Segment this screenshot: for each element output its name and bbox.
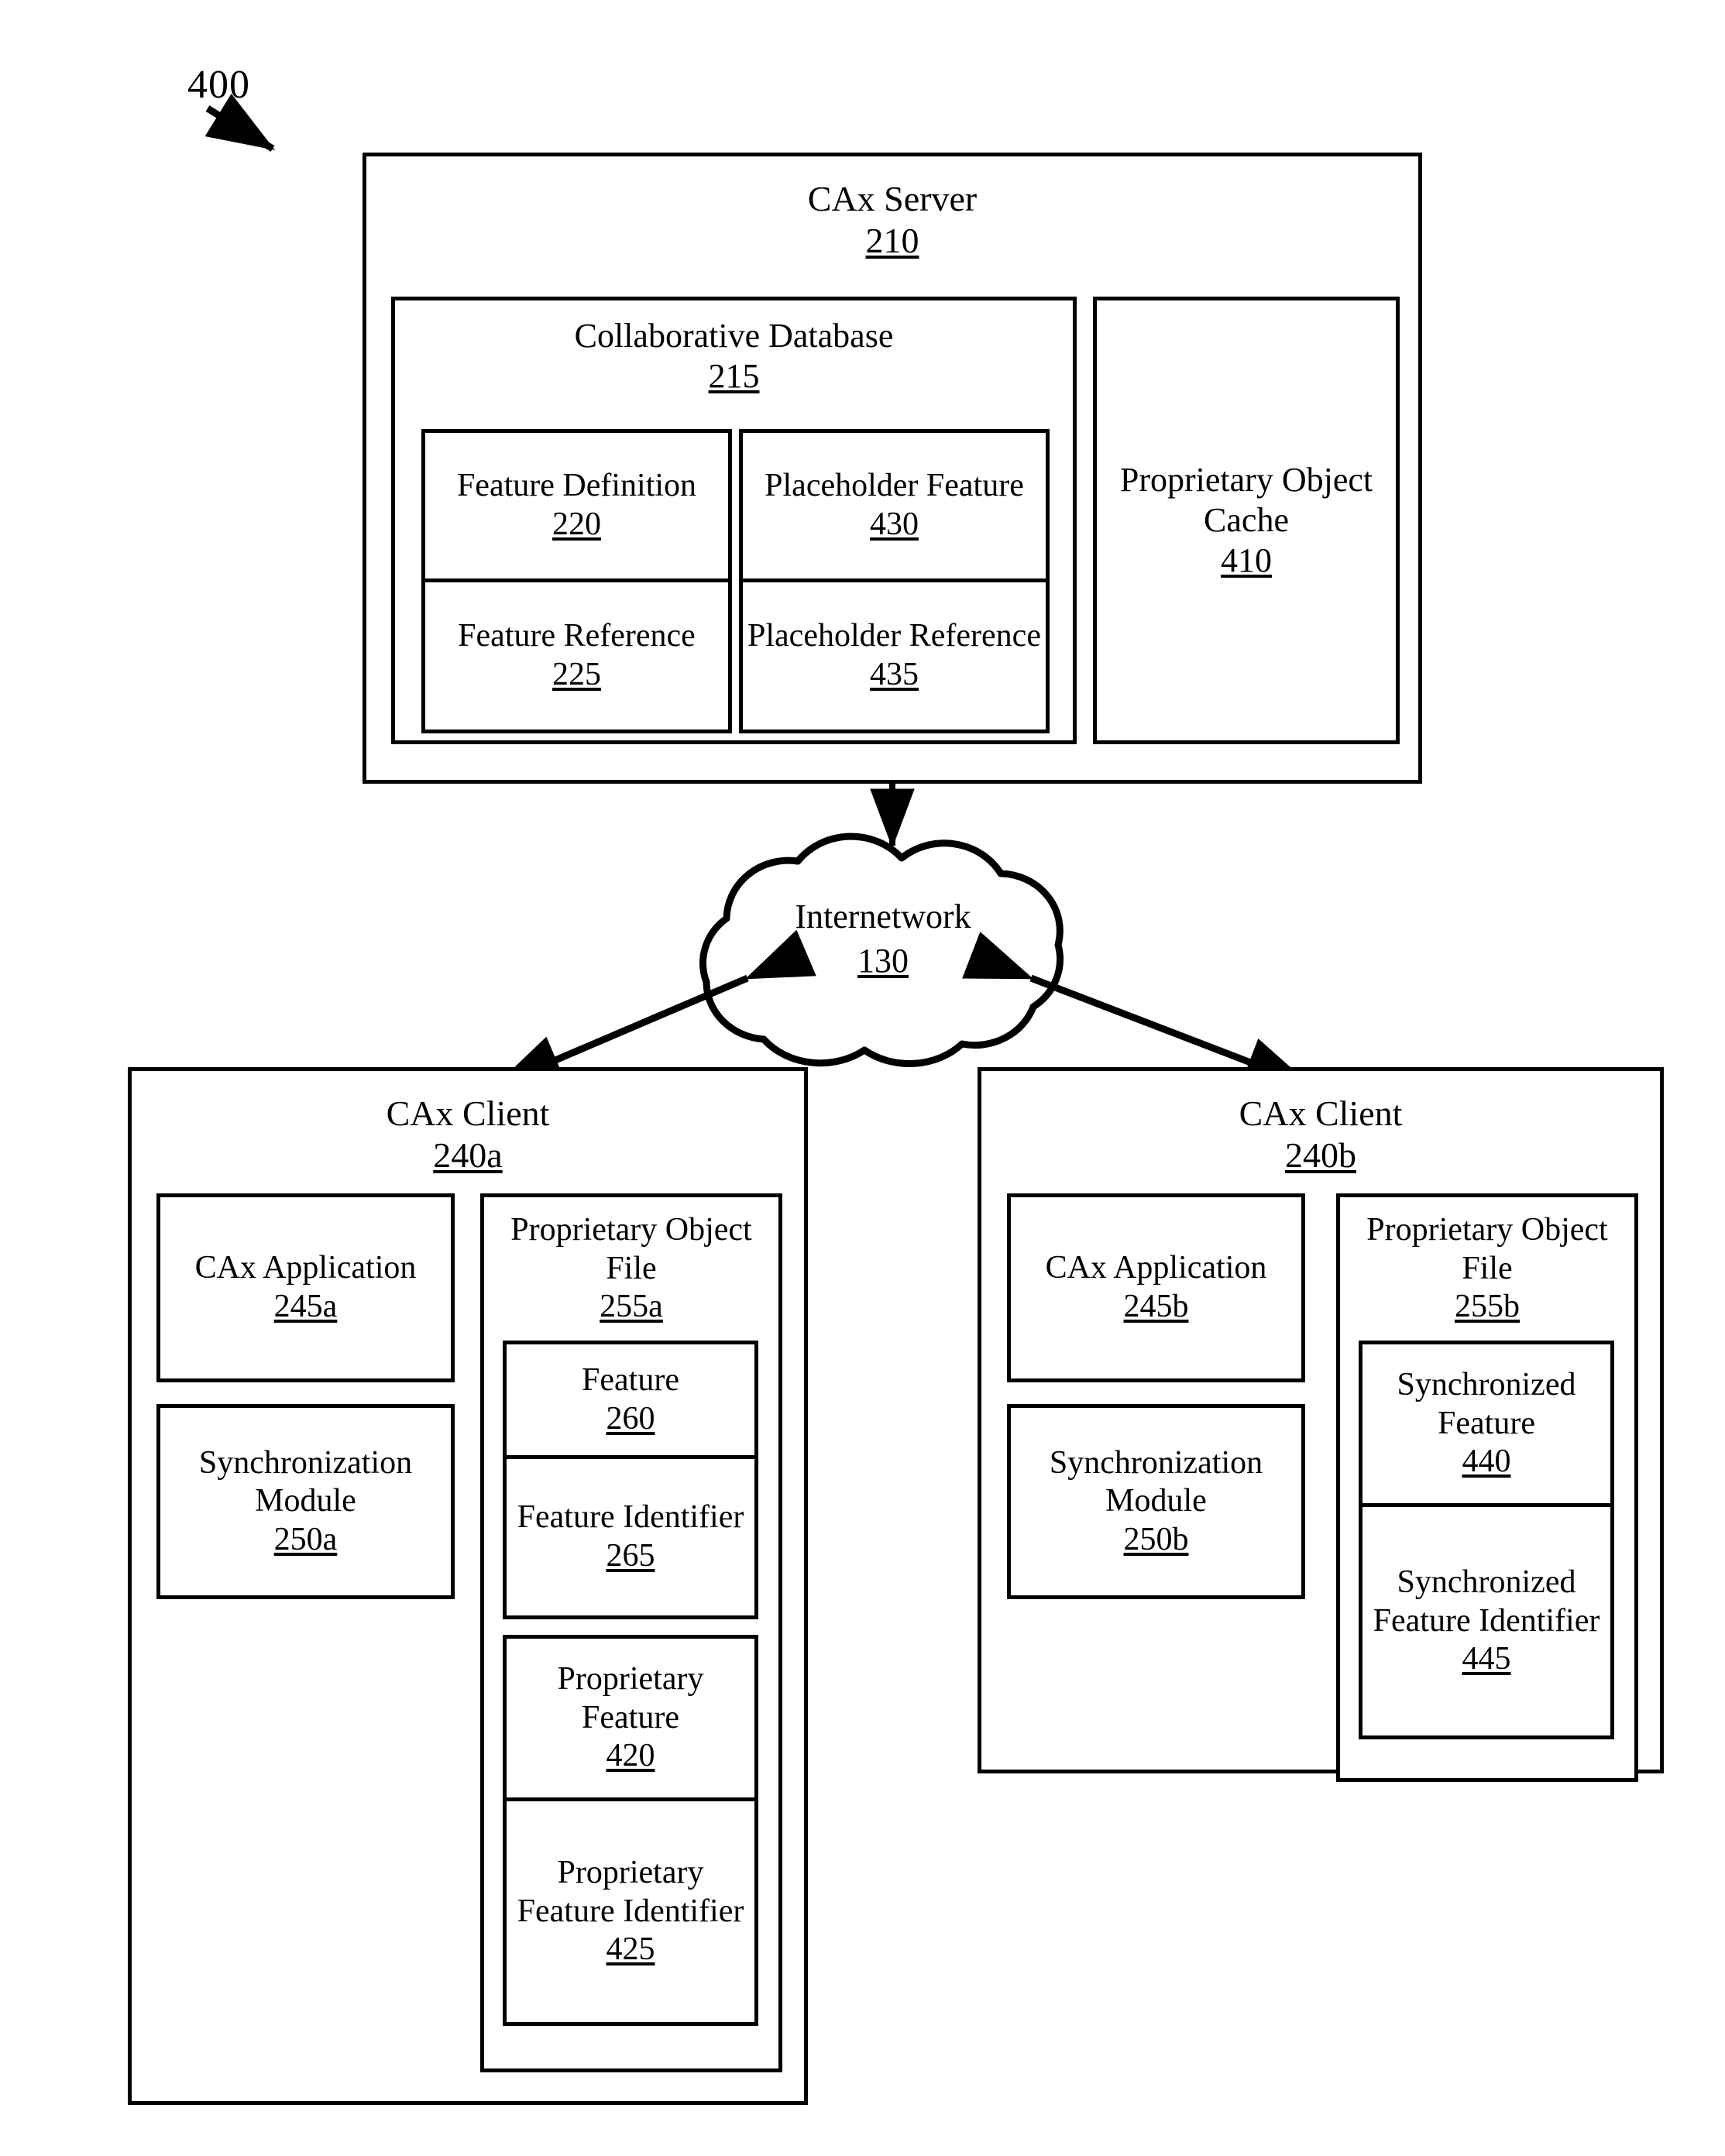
placeholder-reference-title: Placeholder Reference <box>747 618 1041 654</box>
proprietary-feature-identifier-cell-a: Proprietary Feature Identifier 425 <box>503 1797 758 2026</box>
feature-identifier-cell-a: Feature Identifier 265 <box>503 1455 758 1619</box>
figure-canvas: 400 cloud --> client A --> client B <box>0 0 1725 2156</box>
proprietary-feature-identifier-a-ref: 425 <box>606 1931 655 1968</box>
proprietary-feature-a-ref: 420 <box>606 1738 655 1774</box>
cax-client-b-title: CAx Client <box>1239 1093 1403 1133</box>
cax-server-container: CAx Server 210 Collaborative Database 21… <box>363 153 1422 784</box>
feature-group-a: Feature 260 Feature Identifier 265 <box>503 1341 758 1619</box>
cax-client-a-ref: 240a <box>433 1135 503 1176</box>
cax-client-a-title: CAx Client <box>386 1093 550 1133</box>
cax-client-a-container: CAx Client 240a CAx Application 245a Syn… <box>128 1067 808 2105</box>
placeholder-feature-group: Placeholder Feature 430 Placeholder Refe… <box>739 429 1050 733</box>
proprietary-object-file-a-ref: 255a <box>600 1289 663 1325</box>
proprietary-object-file-a-title: Proprietary Object File <box>510 1212 752 1286</box>
proprietary-object-file-a-container: Proprietary Object File 255a Feature 260… <box>480 1193 782 2072</box>
feature-cell-a: Feature 260 <box>503 1341 758 1459</box>
synchronization-module-a-ref: 250a <box>273 1521 338 1557</box>
synchronized-feature-group-b: Synchronized Feature 440 Synchronized Fe… <box>1359 1341 1614 1739</box>
proprietary-object-cache-container: Proprietary Object Cache 410 <box>1093 297 1400 744</box>
synchronized-feature-b-title: Synchronized Feature <box>1397 1367 1576 1441</box>
proprietary-feature-a-title: Proprietary Feature <box>557 1661 704 1735</box>
proprietary-object-file-b-heading: Proprietary Object File 255b <box>1340 1211 1634 1327</box>
cax-client-b-container: CAx Client 240b CAx Application 245b Syn… <box>978 1067 1664 1782</box>
feature-identifier-a-ref: 265 <box>606 1538 655 1574</box>
feature-reference-ref: 225 <box>552 657 601 692</box>
proprietary-feature-identifier-a-title: Proprietary Feature Identifier <box>517 1855 744 1929</box>
proprietary-object-file-b-ref: 255b <box>1455 1289 1520 1325</box>
figure-number-label: 400 <box>187 63 250 107</box>
placeholder-feature-title: Placeholder Feature <box>765 468 1024 504</box>
cax-application-a-box: CAx Application 245a <box>156 1193 455 1382</box>
synchronization-module-b-title: Synchronization Module <box>1049 1444 1263 1519</box>
cax-client-b-heading: CAx Client 240b <box>981 1093 1660 1177</box>
synchronized-feature-identifier-b-ref: 445 <box>1462 1641 1511 1677</box>
proprietary-feature-cell-a: Proprietary Feature 420 <box>503 1635 758 1801</box>
placeholder-feature-cell: Placeholder Feature 430 <box>739 429 1050 582</box>
cax-server-heading: CAx Server 210 <box>366 178 1418 263</box>
cax-application-a-title: CAx Application <box>194 1250 417 1286</box>
feature-definition-ref: 220 <box>552 506 601 542</box>
feature-definition-group: Feature Definition 220 Feature Reference… <box>421 429 732 733</box>
internetwork-ref: 130 <box>857 942 909 980</box>
collaborative-database-title: Collaborative Database <box>574 317 894 355</box>
proprietary-object-file-b-title: Proprietary Object File <box>1366 1212 1608 1286</box>
feature-reference-cell: Feature Reference 225 <box>421 578 732 733</box>
synchronization-module-a-box: Synchronization Module 250a <box>156 1404 455 1599</box>
proprietary-object-file-b-container: Proprietary Object File 255b Synchronize… <box>1336 1193 1638 1782</box>
synchronization-module-b-box: Synchronization Module 250b <box>1007 1404 1305 1599</box>
placeholder-reference-cell: Placeholder Reference 435 <box>739 578 1050 733</box>
cax-application-b-box: CAx Application 245b <box>1007 1193 1305 1382</box>
proprietary-object-file-a-heading: Proprietary Object File 255a <box>484 1211 778 1327</box>
cax-application-b-ref: 245b <box>1123 1289 1189 1324</box>
synchronized-feature-b-ref: 440 <box>1462 1444 1511 1480</box>
cax-server-ref: 210 <box>865 221 919 261</box>
feature-reference-title: Feature Reference <box>458 618 696 654</box>
synchronized-feature-identifier-cell-b: Synchronized Feature Identifier 445 <box>1359 1503 1614 1739</box>
proprietary-object-cache-title: Proprietary Object Cache <box>1119 461 1373 540</box>
proprietary-feature-group-a: Proprietary Feature 420 Proprietary Feat… <box>503 1635 758 2026</box>
cax-client-b-ref: 240b <box>1285 1135 1356 1176</box>
feature-identifier-a-title: Feature Identifier <box>517 1499 744 1536</box>
cax-application-b-title: CAx Application <box>1045 1250 1267 1286</box>
feature-definition-cell: Feature Definition 220 <box>421 429 732 582</box>
feature-a-title: Feature <box>582 1361 679 1398</box>
collaborative-database-container: Collaborative Database 215 Feature Defin… <box>391 297 1077 744</box>
feature-a-ref: 260 <box>606 1400 655 1437</box>
internetwork-title: Internetwork <box>795 898 971 936</box>
cax-server-title: CAx Server <box>807 179 978 218</box>
collaborative-database-heading: Collaborative Database 215 <box>395 316 1073 397</box>
feature-definition-title: Feature Definition <box>456 468 697 504</box>
synchronization-module-b-ref: 250b <box>1123 1521 1189 1557</box>
synchronization-module-a-title: Synchronization Module <box>198 1444 413 1519</box>
internetwork-label-group: Internetwork 130 <box>706 897 1060 980</box>
collaborative-database-ref: 215 <box>708 356 760 395</box>
synchronized-feature-identifier-b-title: Synchronized Feature Identifier <box>1373 1564 1600 1639</box>
figure-leader-arrow <box>204 93 276 152</box>
cax-client-a-heading: CAx Client 240a <box>132 1093 804 1177</box>
placeholder-feature-ref: 430 <box>870 506 919 542</box>
cax-application-a-ref: 245a <box>273 1289 338 1324</box>
proprietary-object-cache-ref: 410 <box>1221 541 1272 579</box>
synchronized-feature-cell-b: Synchronized Feature 440 <box>1359 1341 1614 1507</box>
placeholder-reference-ref: 435 <box>870 657 919 692</box>
